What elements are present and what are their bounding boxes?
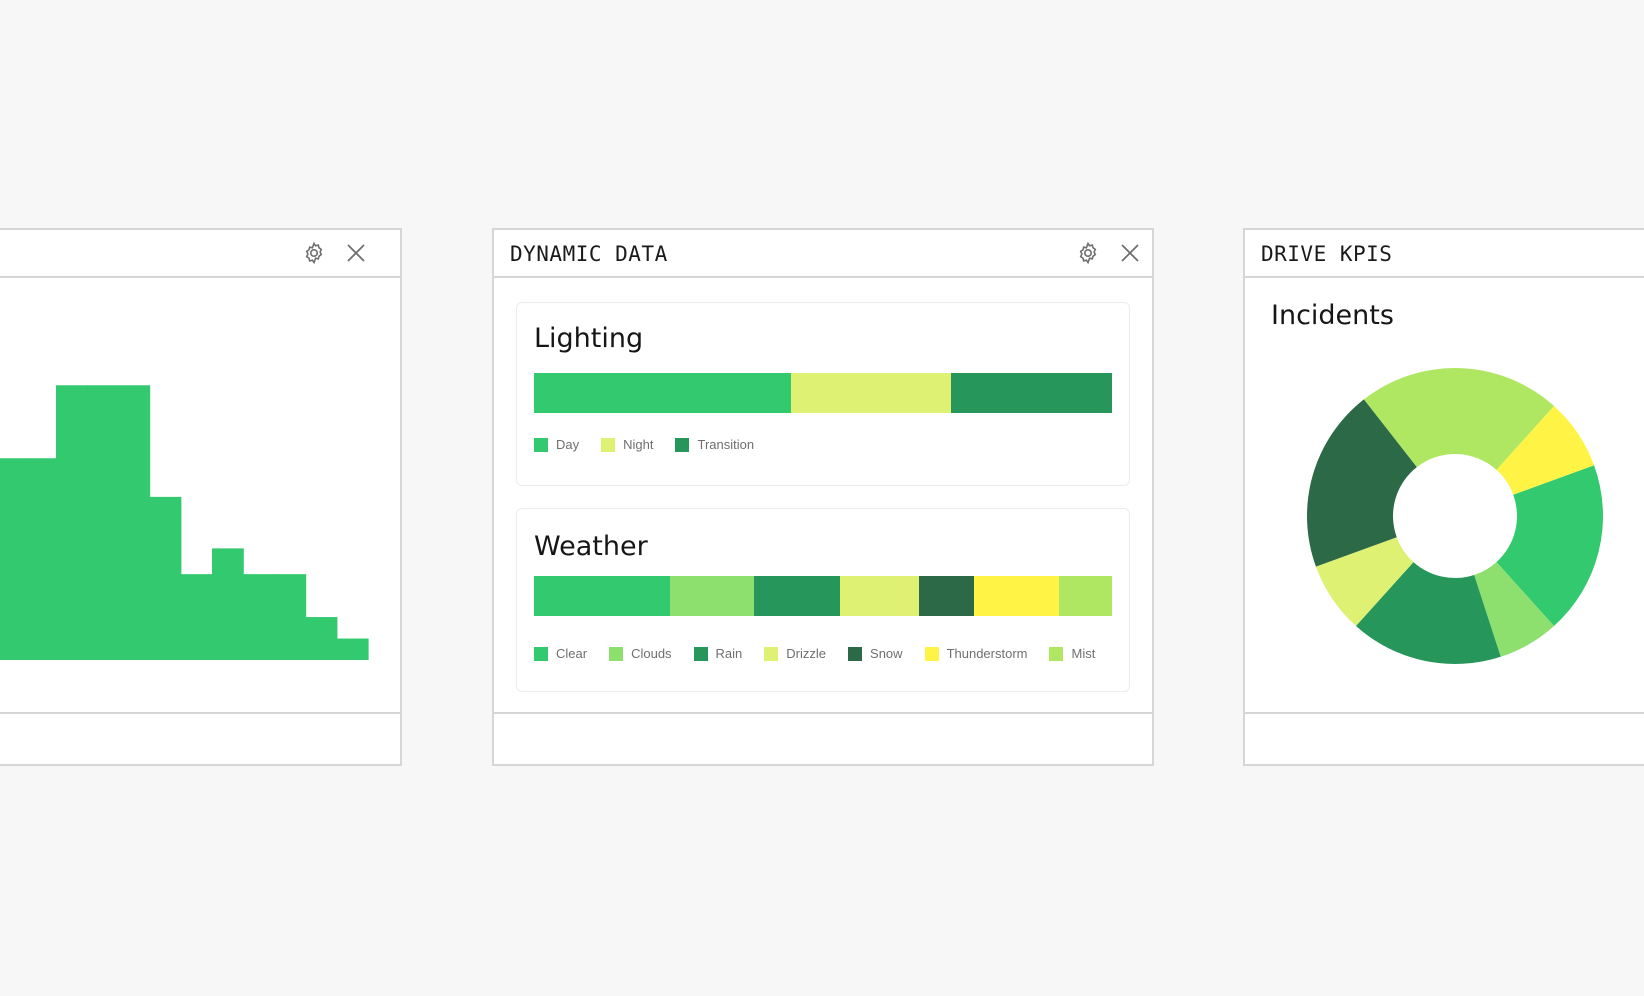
legend-item[interactable]: Clear: [534, 646, 587, 661]
legend-swatch: [1049, 646, 1064, 661]
histogram-bin[interactable]: [24, 458, 57, 660]
incidents-donut-chart: [1307, 368, 1603, 664]
weather-segment-snow[interactable]: [918, 576, 975, 616]
legend-swatch: [764, 646, 779, 661]
histogram-bin[interactable]: [56, 385, 88, 660]
panel-footer: [0, 712, 400, 764]
legend-swatch: [924, 646, 939, 661]
histogram-bin[interactable]: [336, 638, 369, 660]
weather-segment-rain[interactable]: [754, 576, 841, 616]
histogram-bin[interactable]: [0, 458, 26, 660]
legend-swatch: [693, 646, 708, 661]
legend-item[interactable]: Day: [534, 437, 579, 452]
legend-item[interactable]: Drizzle: [764, 646, 826, 661]
panel-header: DYNAMIC DATA: [494, 230, 1152, 278]
legend-label: Mist: [1071, 646, 1096, 661]
histogram-bin[interactable]: [305, 617, 338, 660]
legend-item[interactable]: Snow: [848, 646, 903, 661]
weather-segment-thunderstorm[interactable]: [974, 576, 1060, 616]
histogram-bin[interactable]: [180, 574, 213, 660]
weather-segment-clear[interactable]: [534, 576, 671, 616]
close-icon[interactable]: [344, 241, 368, 265]
histogram-panel: [0, 228, 402, 766]
weather-segment-drizzle[interactable]: [840, 576, 919, 616]
legend-swatch: [675, 437, 690, 452]
legend-label: Clear: [556, 646, 588, 661]
card-title: Weather: [534, 531, 648, 562]
weather-segment-mist[interactable]: [1059, 576, 1112, 616]
weather-segment-clouds[interactable]: [670, 576, 755, 616]
legend-item[interactable]: Thunderstorm: [924, 646, 1028, 661]
legend-label: Day: [556, 437, 580, 452]
legend-swatch: [534, 646, 548, 661]
lighting-segment-transition[interactable]: [951, 373, 1112, 413]
panel-title: DYNAMIC DATA: [510, 242, 668, 266]
legend-swatch: [601, 437, 616, 452]
weather-legend: Clear Clouds Rain Drizzle Snow Thunderstorm Mi…: [534, 646, 1117, 661]
histogram-chart: [0, 385, 369, 660]
histogram-bin[interactable]: [118, 385, 151, 660]
dynamic-data-panel: DYNAMIC DATA Lighting Day Night Transition…: [492, 228, 1154, 766]
histogram-bin[interactable]: [274, 574, 307, 660]
incidents-title: Incidents: [1271, 300, 1394, 331]
legend-item[interactable]: Mist: [1049, 646, 1095, 661]
legend-label: Drizzle: [786, 646, 827, 661]
card-title: Lighting: [534, 323, 644, 354]
histogram-bin[interactable]: [149, 496, 182, 660]
legend-item[interactable]: Transition: [675, 437, 754, 452]
close-icon[interactable]: [1118, 241, 1142, 265]
legend-label: Transition: [697, 437, 755, 452]
histogram-bin[interactable]: [212, 548, 244, 660]
histogram-bin[interactable]: [87, 385, 119, 660]
panel-header: DRIVE KPIS: [1245, 230, 1644, 278]
legend-label: Rain: [715, 646, 743, 661]
weather-card: Weather Clear Clouds Rain Drizzle Snow Thunde…: [516, 508, 1130, 692]
legend-label: Night: [623, 437, 654, 452]
panel-footer: [494, 712, 1152, 764]
panel-title: DRIVE KPIS: [1261, 242, 1393, 266]
lighting-stacked-bar: [534, 373, 1112, 413]
lighting-segment-day[interactable]: [534, 373, 792, 413]
lighting-segment-night[interactable]: [791, 373, 952, 413]
legend-label: Clouds: [631, 646, 672, 661]
panel-footer: [1245, 712, 1644, 764]
drive-kpis-panel: DRIVE KPIS Incidents: [1243, 228, 1644, 766]
legend-swatch: [848, 646, 863, 661]
panel-header: [0, 230, 400, 278]
legend-item[interactable]: Night: [601, 437, 653, 452]
legend-swatch: [609, 646, 624, 661]
gear-icon[interactable]: [1076, 241, 1100, 265]
legend-label: Thunderstorm: [946, 646, 1028, 661]
histogram-bin[interactable]: [243, 574, 275, 660]
legend-item[interactable]: Rain: [693, 646, 743, 661]
legend-item[interactable]: Clouds: [609, 646, 672, 661]
lighting-legend: Day Night Transition: [534, 437, 776, 452]
gear-icon[interactable]: [302, 241, 326, 265]
lighting-card: Lighting Day Night Transition: [516, 302, 1130, 486]
weather-stacked-bar: [534, 576, 1112, 616]
legend-label: Snow: [870, 646, 903, 661]
legend-swatch: [534, 437, 548, 452]
